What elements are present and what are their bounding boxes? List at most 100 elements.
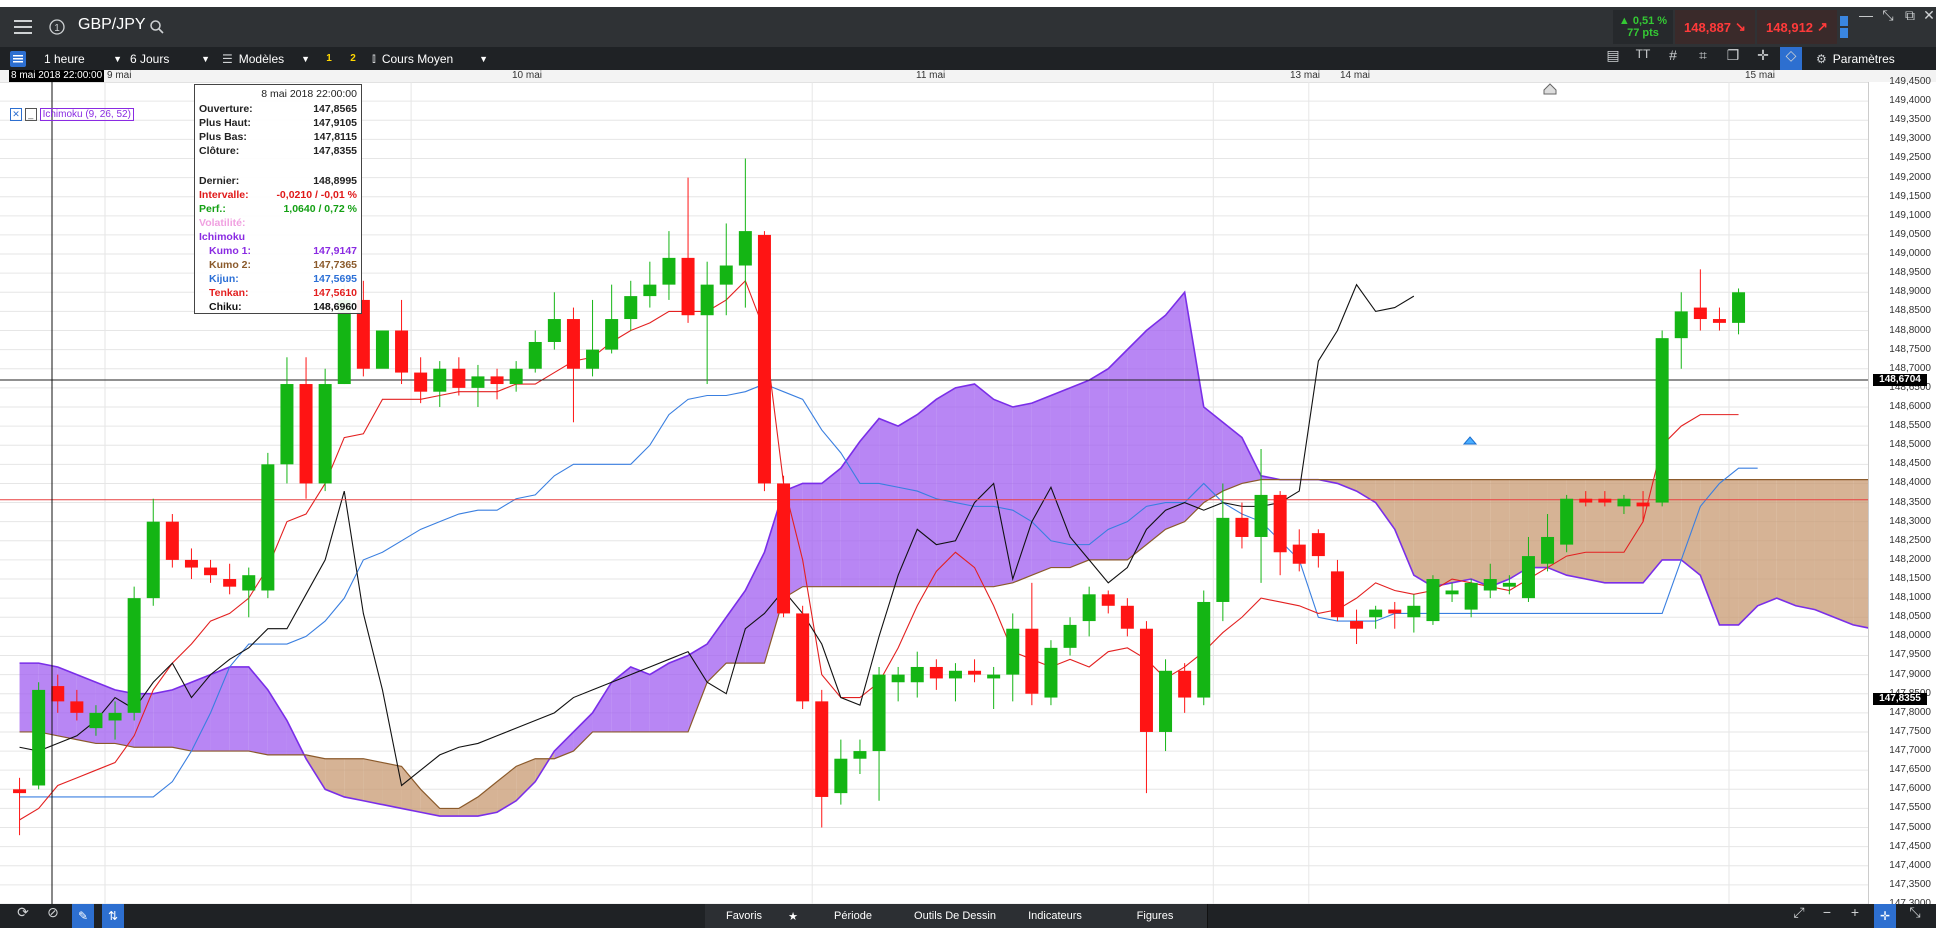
menu-icon[interactable] — [14, 7, 38, 47]
candle-body — [1636, 502, 1650, 507]
tooltip-date: 8 mai 2018 22:00:00 — [261, 88, 357, 100]
tab-indicateurs[interactable]: Indicateurs — [1007, 904, 1104, 928]
price-axis[interactable]: 149,4500 149,4000 149,3500 149,3000 149,2500… — [1868, 76, 1936, 909]
collapse-icon[interactable]: ⤡ — [1880, 7, 1896, 47]
symbol-title[interactable]: GBP/JPY — [78, 16, 146, 34]
kumo-segment — [1795, 479, 1815, 610]
refresh-icon[interactable]: ⟳ — [14, 904, 32, 928]
tooltip-row: Chiku: 148,6960 — [199, 301, 357, 315]
kumo-segment — [1070, 380, 1090, 568]
text-size-icon[interactable]: TT — [1634, 47, 1652, 70]
tab-periode[interactable]: Période — [803, 904, 904, 928]
popout-icon[interactable]: ⧉ — [1902, 7, 1918, 47]
change-pts: 77 pts — [1627, 27, 1659, 39]
tooltip-row: Ouverture: 147,8565 — [199, 103, 357, 117]
indicator-tag[interactable]: ✕ _ Ichimoku (9, 26, 52) — [10, 108, 134, 121]
candle-body — [1120, 605, 1134, 629]
ban-icon[interactable]: ⊘ — [44, 904, 62, 928]
date-label: 14 mai — [1340, 70, 1371, 81]
kumo-segment — [1146, 315, 1166, 545]
candle-body — [1292, 544, 1306, 564]
tab-figures[interactable]: Figures — [1103, 904, 1208, 928]
range-label: 6 Jours — [130, 51, 170, 66]
info-icon[interactable]: 1 — [49, 7, 69, 47]
interval-select[interactable]: 1 heure ▼ — [44, 47, 122, 70]
sell-button[interactable]: 148,887 ↘ — [1675, 10, 1755, 44]
tab-label: Période — [834, 910, 872, 922]
swap-icon[interactable]: ⇅ — [102, 904, 124, 928]
tooltip-key: Kumo 1: — [209, 245, 251, 257]
tooltip-row: Plus Haut: 147,9105 — [199, 117, 357, 131]
tooltip-key: Chiku: — [209, 301, 242, 313]
tab-outils-de-dessin[interactable]: Outils De Dessin — [903, 904, 1008, 928]
date-label: 15 mai — [1745, 70, 1776, 81]
signal-marker-icon — [1462, 436, 1478, 445]
y-tick-label: 147,7000 — [1889, 745, 1931, 757]
zoom-in-icon[interactable]: + — [1846, 904, 1864, 928]
candle-body — [1426, 579, 1440, 622]
slot-2-button[interactable]: 2 — [346, 47, 360, 70]
kumo-segment — [745, 552, 765, 664]
candle-body — [624, 296, 638, 320]
expand-icon[interactable]: ⤡ — [1906, 904, 1924, 928]
search-icon[interactable] — [150, 7, 166, 47]
crosshair-grid-icon[interactable]: ⌗ — [1694, 47, 1712, 70]
range-select[interactable]: 6 Jours ▼ — [130, 47, 210, 70]
pencil-icon[interactable]: ✎ — [72, 904, 94, 928]
price-type-select[interactable]: ⫾ Cours Moyen ▼ — [372, 47, 488, 70]
candle-body — [605, 319, 619, 350]
kumo-segment — [1681, 479, 1701, 576]
tooltip-key: Volatilité: — [199, 217, 246, 229]
grid-icon[interactable]: # — [1664, 47, 1682, 70]
layout-icon[interactable]: ▤ — [1604, 47, 1622, 70]
y-tick-label: 148,6000 — [1889, 400, 1931, 412]
y-tick-label: 148,1500 — [1889, 573, 1931, 585]
y-tick-label: 149,4500 — [1889, 76, 1931, 87]
kumo-segment — [1853, 479, 1868, 628]
chart-list-icon[interactable] — [10, 47, 30, 70]
slot-1-button[interactable]: 1 — [322, 47, 336, 70]
candle-body — [987, 674, 1001, 679]
change-pct: ▲ 0,51 % — [1618, 15, 1668, 27]
tab-favoris[interactable]: Favoris — [705, 904, 784, 928]
bottom-bar: ⟳ ⊘ ✎ ⇅ Favoris ★ Période Outils De Dess… — [0, 904, 1936, 928]
settings-button[interactable]: ⚙ Paramètres — [1816, 47, 1936, 70]
kumo-segment — [1203, 406, 1223, 503]
kumo-segment — [1776, 479, 1796, 606]
close-icon[interactable]: ✕ — [1922, 7, 1936, 47]
crosshair-icon[interactable]: ✛ — [1754, 47, 1772, 70]
collapse-indicator-icon[interactable]: _ — [24, 108, 37, 121]
minimize-icon[interactable]: — — [1858, 7, 1874, 47]
chevron-down-icon: ▼ — [301, 53, 310, 64]
kumo-segment — [611, 666, 631, 732]
crosshair-mode-icon[interactable]: ✛ — [1874, 904, 1896, 928]
arrow-up-icon: ↗ — [1817, 19, 1828, 34]
date-label: 9 mai — [107, 70, 132, 81]
y-tick-label: 148,9500 — [1889, 267, 1931, 279]
zoom-out-icon[interactable]: − — [1818, 904, 1836, 928]
candle-body — [1082, 594, 1096, 622]
fit-icon[interactable]: ⤢ — [1790, 904, 1808, 928]
kumo-segment — [1184, 292, 1204, 522]
star-icon[interactable]: ★ — [783, 904, 804, 928]
templates-select[interactable]: ☰ Modèles ▼ — [222, 47, 310, 70]
candle-body — [1617, 498, 1631, 507]
copy-icon[interactable]: ❐ — [1724, 47, 1742, 70]
buy-button[interactable]: 148,912 ↗ — [1757, 10, 1837, 44]
y-tick-label: 147,5500 — [1889, 802, 1931, 814]
candle-body — [1445, 590, 1459, 595]
candle-body — [566, 319, 580, 369]
y-tick-label: 148,0000 — [1889, 630, 1931, 642]
candle-body — [1159, 670, 1173, 732]
y-tick-label: 148,3000 — [1889, 515, 1931, 527]
candle-body — [700, 284, 714, 316]
y-tick-label: 148,2000 — [1889, 553, 1931, 565]
y-tick-label: 148,7000 — [1889, 362, 1931, 374]
candle-body — [1101, 594, 1115, 606]
y-tick-label: 148,4000 — [1889, 477, 1931, 489]
kumo-segment — [439, 808, 459, 817]
kumo-segment — [1719, 479, 1739, 625]
tag-icon[interactable]: ◇ — [1780, 47, 1802, 70]
quantity-toggle-icon[interactable] — [1840, 7, 1850, 47]
remove-indicator-icon[interactable]: ✕ — [10, 108, 22, 121]
